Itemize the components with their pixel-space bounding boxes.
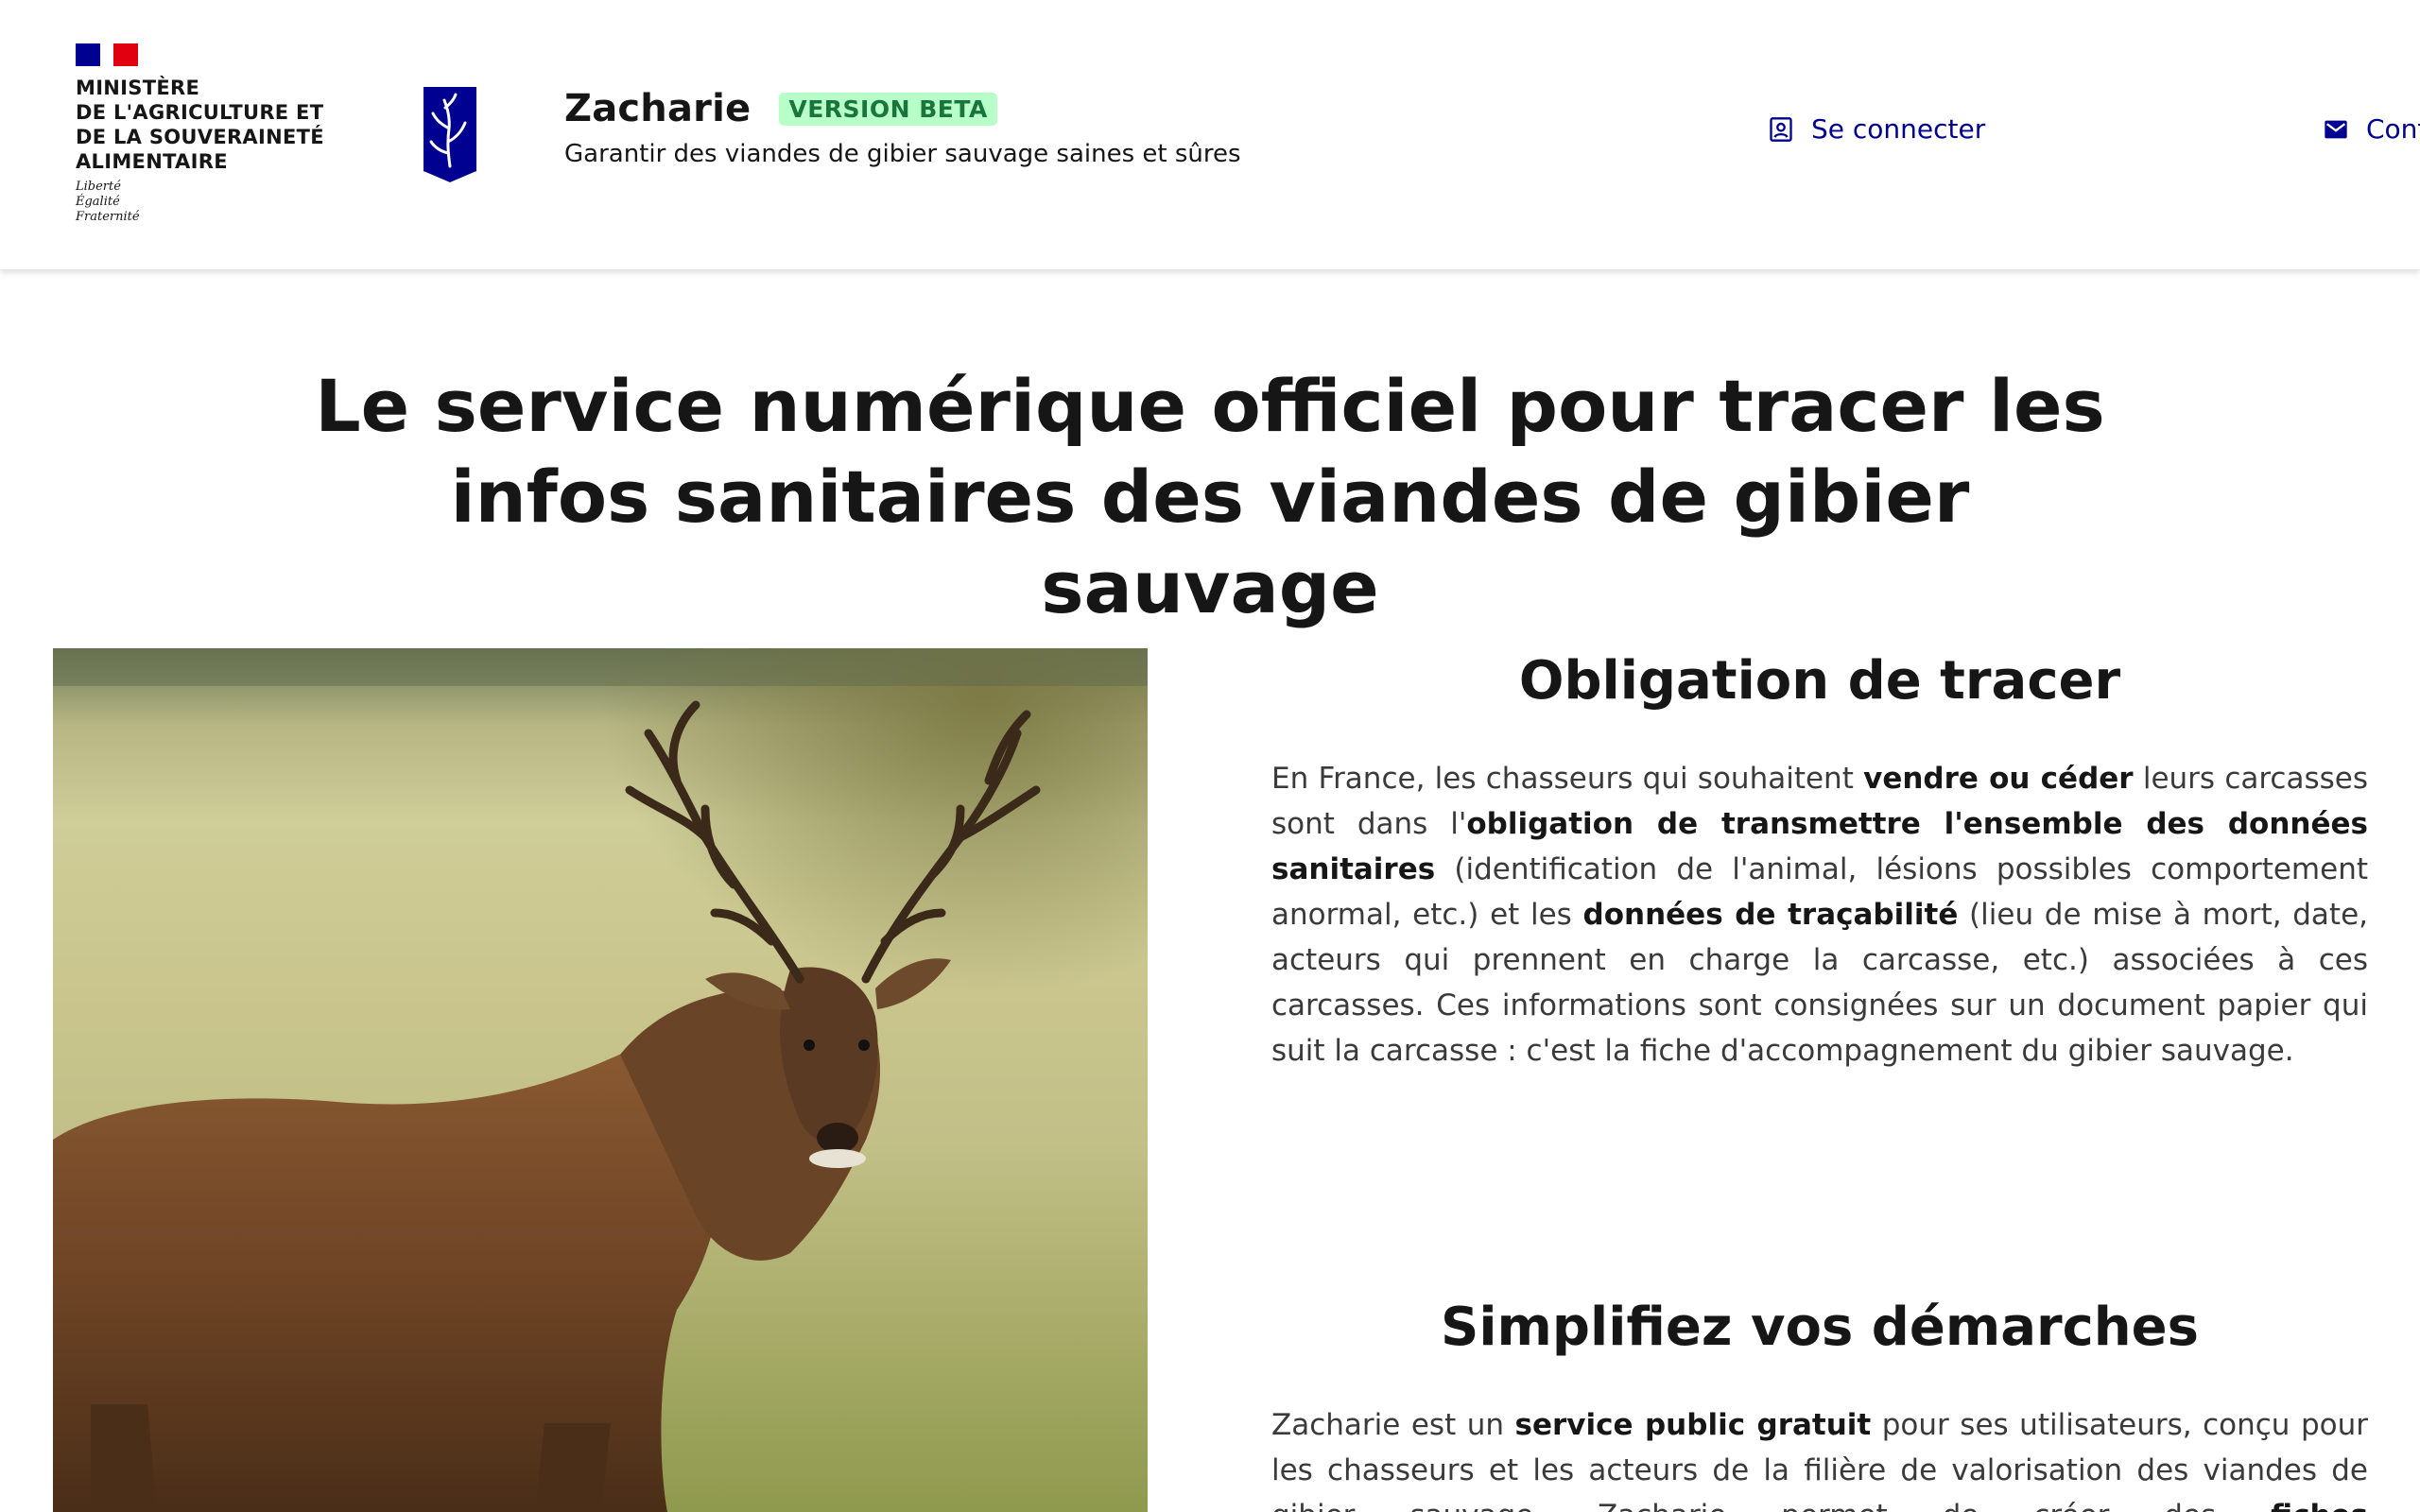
republic-motto: Liberté Égalité Fraternité <box>76 180 140 224</box>
site-header: Ministère de l'agriculture et de la souv… <box>0 0 2420 270</box>
beta-badge: VERSION BETA <box>779 92 997 126</box>
mail-icon <box>2325 120 2347 138</box>
antler-shield-logo[interactable] <box>424 87 476 183</box>
ministry-logo-block[interactable]: Ministère de l'agriculture et de la souv… <box>76 43 350 225</box>
simplify-paragraph: Zacharie est un service public gratuit p… <box>1271 1402 2368 1512</box>
contact-label: Contact <box>2366 113 2420 145</box>
simplify-section: Simplifiez vos démarches Zacharie est un… <box>1271 1295 2368 1512</box>
simplify-heading: Simplifiez vos démarches <box>1441 1297 2199 1358</box>
section2-text-part: service public gratuit <box>1514 1408 1872 1442</box>
service-brand: Zacharie VERSION BETA Garantir des viand… <box>564 87 1241 168</box>
service-tagline: Garantir des viandes de gibier sauvage s… <box>564 140 1241 168</box>
section1-text-part: données de traçabilité <box>1582 898 1959 932</box>
obligation-section: Obligation de tracer En France, les chas… <box>1271 648 2368 1074</box>
obligation-heading: Obligation de tracer <box>1518 650 2121 712</box>
header-quick-access: Se connecter Contact <box>1758 113 2420 155</box>
marianne-flag-icon <box>76 43 138 66</box>
account-circle-icon <box>1770 116 1792 142</box>
section1-text-part: vendre ou céder <box>1863 762 2134 796</box>
login-link[interactable]: Se connecter <box>1768 113 1985 145</box>
section1-text-part: En France, les chasseurs qui souhaitent <box>1271 762 1864 796</box>
section2-text-part: Zacharie est un <box>1271 1408 1515 1442</box>
red-deer-photo <box>53 648 1148 1512</box>
page-title: Le service numérique officiel pour trace… <box>315 364 2105 629</box>
login-label: Se connecter <box>1811 113 1986 145</box>
service-title[interactable]: Zacharie <box>564 87 751 130</box>
ministry-name: Ministère de l'agriculture et de la souv… <box>76 77 324 173</box>
contact-link[interactable]: Contact <box>2323 113 2420 145</box>
obligation-paragraph: En France, les chasseurs qui souhaitent … <box>1271 756 2368 1074</box>
